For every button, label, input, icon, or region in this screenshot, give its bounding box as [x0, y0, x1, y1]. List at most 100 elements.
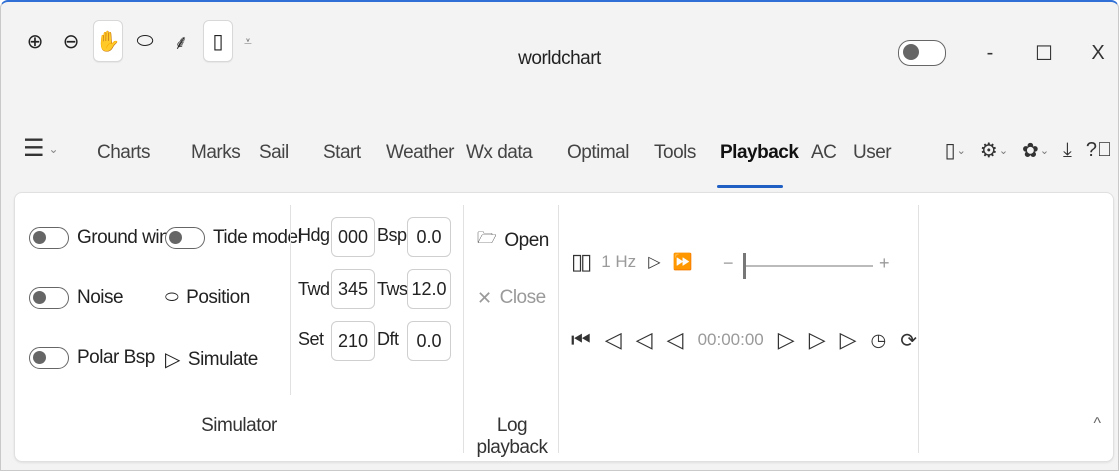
tab-marks[interactable]: Marks [191, 142, 241, 164]
noise-label: Noise [77, 287, 124, 308]
close-button[interactable]: X [1088, 42, 1108, 65]
bsp-field[interactable]: 0.0 [407, 217, 451, 257]
close-label: Close [499, 287, 547, 308]
play-icon: ▷ [165, 349, 180, 371]
device-icon: ▯ [944, 140, 956, 162]
hamburger-menu-button[interactable]: ☰ ⌄ [23, 134, 59, 163]
skip-to-start-icon[interactable]: ⏮ [571, 327, 591, 353]
polar-bsp-option[interactable]: Polar Bsp [29, 347, 155, 369]
open-log-button[interactable]: 🗁 Open [477, 227, 549, 254]
polar-bsp-toggle[interactable] [29, 347, 69, 369]
sliders-icon: ⚙ [979, 140, 998, 162]
tab-optimal[interactable]: Optimal [567, 142, 629, 164]
download-icon: ⤓ [1063, 139, 1072, 161]
chevron-down-icon: ⌄ [956, 145, 966, 157]
theme-toggle[interactable] [898, 40, 946, 66]
tab-charts[interactable]: Charts [97, 142, 150, 164]
tab-weather[interactable]: Weather [386, 142, 454, 164]
twd-field[interactable]: 345 [331, 269, 375, 309]
playback-row-top: ▯▯ 1 Hz ▷ ⏩ [571, 249, 692, 275]
ground-wind-option[interactable]: Ground wind [29, 227, 180, 249]
folder-icon: 🗁 [477, 230, 497, 247]
rate-label[interactable]: 1 Hz [601, 252, 636, 272]
polar-bsp-label: Polar Bsp [77, 347, 155, 368]
close-icon: ✕ [477, 287, 492, 308]
ground-wind-toggle[interactable] [29, 227, 69, 249]
help-icon: ?⃝ [1085, 139, 1112, 161]
collapse-ribbon-button[interactable]: ^ [1093, 415, 1101, 433]
chevron-down-icon: ⌄ [48, 141, 59, 156]
step-forward-icon[interactable]: ▷ [809, 327, 826, 353]
menu-right-icons: ▯ ⌄ ⚙ ⌄ ✿ ⌄ ⤓ ?⃝ [945, 138, 1112, 163]
title-bar: ⊕ ⊖ ✋ ⬭ ⸙ ▯ ⩡ worldchart - ☐ X [1, 2, 1118, 112]
set-field[interactable]: 210 [331, 321, 375, 361]
noise-toggle[interactable] [29, 287, 69, 309]
app-window: ⊕ ⊖ ✋ ⬭ ⸙ ▯ ⩡ worldchart - ☐ X ☰ ⌄ Charts… [0, 0, 1119, 471]
maximize-button[interactable]: ☐ [1034, 41, 1054, 66]
tide-model-label: Tide model [213, 227, 302, 248]
simulate-label: Simulate [187, 348, 258, 370]
dft-field[interactable]: 0.0 [407, 321, 451, 361]
bsp-label: Bsp [377, 225, 407, 245]
open-label: Open [504, 229, 549, 251]
step-forward-large-icon[interactable]: ▷ [840, 327, 857, 353]
tab-sail[interactable]: Sail [259, 142, 289, 164]
step-back-icon[interactable]: ◁ [636, 327, 653, 353]
hdg-label: Hdg [298, 225, 330, 245]
playback-speed-slider[interactable]: − + [723, 251, 890, 281]
clock-icon[interactable]: ◷ [871, 330, 887, 351]
tab-user[interactable]: User [853, 142, 892, 164]
hdg-field[interactable]: 000 [331, 217, 375, 257]
chevron-down-icon: ⌄ [1039, 145, 1050, 157]
tws-label: Tws [377, 279, 408, 299]
close-log-button[interactable]: ✕ Close [477, 287, 546, 309]
position-button[interactable]: ⬭ Position [165, 287, 250, 309]
simulate-button[interactable]: ▷ Simulate [165, 347, 258, 372]
divider [918, 205, 919, 453]
playback-row-bottom: ⏮ ◁ ◁ ◁ 00:00:00 ▷ ▷ ▷ ◷ ⟳ [571, 327, 917, 353]
fast-forward-icon[interactable]: ⏩ [673, 252, 693, 272]
ground-wind-label: Ground wind [77, 227, 180, 248]
download-button[interactable]: ⤓ [1063, 139, 1072, 162]
twd-label: Twd [298, 279, 330, 299]
step-back-large-icon[interactable]: ◁ [605, 327, 622, 353]
divider [558, 205, 559, 453]
step-back-small-icon[interactable]: ◁ [667, 327, 684, 353]
simulator-group-label: Simulator [201, 415, 277, 436]
divider [463, 205, 464, 453]
hamburger-icon: ☰ [23, 135, 45, 162]
slider-thumb[interactable] [743, 253, 746, 279]
slider-track [743, 265, 873, 267]
help-button[interactable]: ?⃝ [1086, 139, 1112, 162]
position-icon: ⬭ [165, 289, 179, 306]
tab-start[interactable]: Start [323, 142, 361, 164]
dft-label: Dft [377, 329, 399, 349]
tab-tools[interactable]: Tools [654, 142, 696, 164]
step-forward-small-icon[interactable]: ▷ [778, 327, 795, 353]
tab-ac[interactable]: AC [811, 142, 837, 164]
menu-bar: ☰ ⌄ Charts Marks Sail Start Weather Wx da… [1, 120, 1118, 190]
playback-ribbon: Ground wind Tide model Noise ⬭ Position … [14, 192, 1114, 462]
tws-field[interactable]: 12.0 [407, 269, 451, 309]
slider-minus: − [723, 253, 734, 273]
play-icon[interactable]: ▷ [648, 252, 660, 272]
refresh-icon[interactable]: ⟳ [900, 328, 917, 353]
tab-wx-data[interactable]: Wx data [466, 142, 533, 164]
palette-menu-button[interactable]: ✿ ⌄ [1022, 138, 1049, 163]
palette-icon: ✿ [1022, 140, 1039, 162]
divider [290, 205, 291, 395]
tide-model-option[interactable]: Tide model [165, 227, 302, 249]
log-playback-group-label: Log playback [476, 415, 549, 458]
chevron-down-icon: ⌄ [998, 145, 1009, 157]
active-tab-indicator [717, 185, 783, 188]
noise-option[interactable]: Noise [29, 287, 124, 309]
pause-icon[interactable]: ▯▯ [571, 249, 592, 275]
playback-time: 00:00:00 [697, 330, 764, 349]
tide-model-toggle[interactable] [165, 227, 205, 249]
minimize-button[interactable]: - [980, 42, 1000, 65]
settings-menu-button[interactable]: ⚙ ⌄ [980, 138, 1008, 163]
tab-playback[interactable]: Playback [720, 142, 799, 164]
position-label: Position [186, 287, 250, 308]
device-menu-button[interactable]: ▯ ⌄ [945, 138, 966, 163]
set-label: Set [298, 329, 324, 349]
